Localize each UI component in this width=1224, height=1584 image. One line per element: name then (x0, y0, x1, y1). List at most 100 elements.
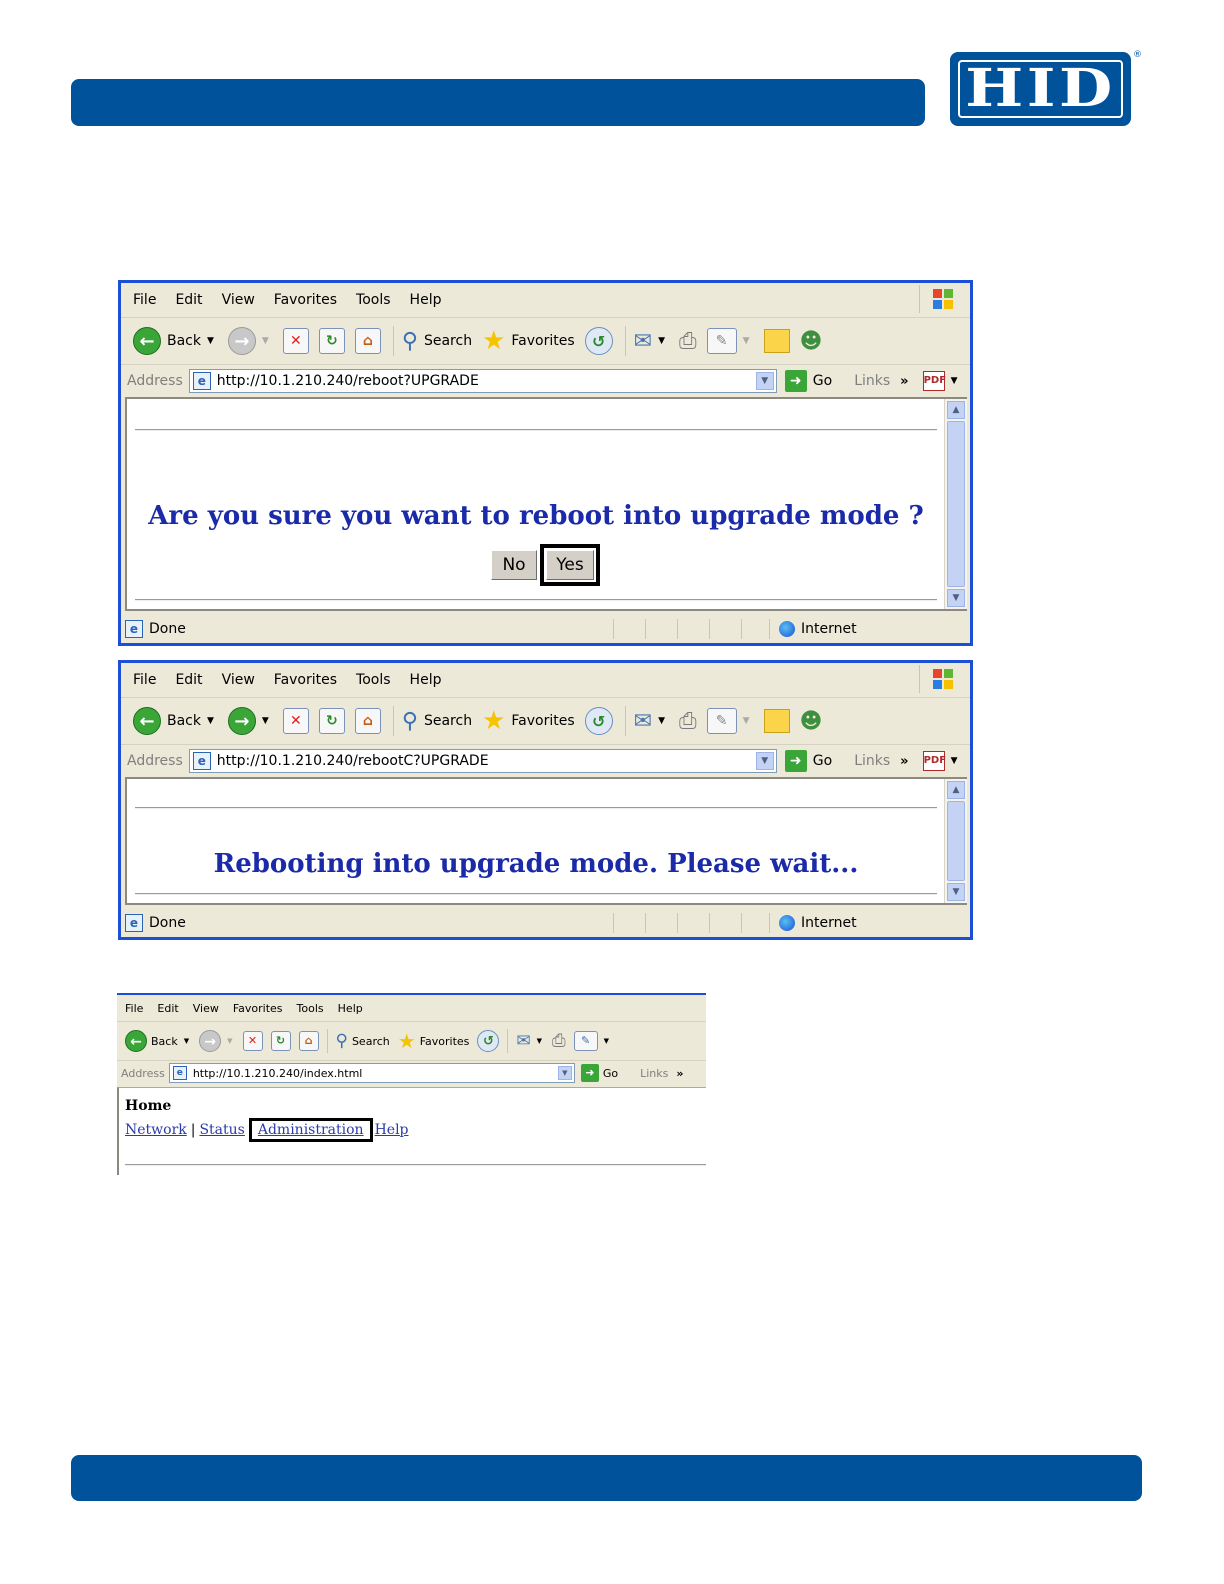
chevron-down-icon[interactable]: ▼ (184, 1037, 189, 1045)
chevron-right-icon[interactable]: » (900, 374, 908, 389)
chevron-down-icon[interactable]: ▼ (262, 336, 269, 346)
vertical-scrollbar[interactable]: ▲ ▼ (944, 399, 967, 609)
history-button[interactable]: ↺ (477, 1030, 500, 1052)
menu-file[interactable]: File (133, 292, 156, 308)
home-button[interactable]: ⌂ (298, 1031, 319, 1051)
no-button[interactable]: No (491, 550, 537, 580)
history-button[interactable]: ↺ (584, 707, 613, 735)
search-button[interactable]: ⚲ Search (402, 329, 472, 354)
pdf-icon[interactable]: PDF (922, 371, 946, 391)
chevron-down-icon[interactable]: ▼ (227, 1037, 232, 1045)
go-button[interactable]: ➜ Go (784, 750, 832, 772)
home-button[interactable]: ⌂ (354, 708, 381, 734)
chevron-down-icon[interactable]: ▼ (658, 336, 665, 346)
chevron-down-icon[interactable]: ▼ (951, 756, 958, 766)
menu-favorites[interactable]: Favorites (233, 1002, 283, 1015)
menu-edit[interactable]: Edit (175, 672, 202, 688)
back-button[interactable]: ← Back ▼ (133, 707, 218, 735)
scroll-down-icon[interactable]: ▼ (947, 883, 965, 901)
links-label[interactable]: Links (854, 753, 890, 769)
chevron-down-icon[interactable]: ▼ (604, 1037, 609, 1045)
history-button[interactable]: ↺ (584, 327, 613, 355)
stop-button[interactable]: ✕ (282, 328, 309, 354)
favorites-button[interactable]: ★ Favorites (398, 1029, 470, 1053)
search-button[interactable]: ⚲ Search (402, 709, 472, 734)
chevron-right-icon[interactable]: » (676, 1067, 683, 1080)
scroll-thumb[interactable] (947, 801, 965, 881)
go-button[interactable]: ➜ Go (580, 1064, 618, 1082)
print-button[interactable]: ⎙ (552, 1031, 566, 1051)
stop-button[interactable]: ✕ (282, 708, 309, 734)
edit-button[interactable]: ✎ ▼ (706, 328, 754, 354)
status-link[interactable]: Status (199, 1122, 244, 1138)
yes-button[interactable]: Yes (546, 550, 594, 580)
go-button[interactable]: ➜ Go (784, 370, 832, 392)
forward-button[interactable]: → ▼ (199, 1030, 236, 1052)
menu-file[interactable]: File (125, 1002, 143, 1015)
menu-favorites[interactable]: Favorites (274, 292, 337, 308)
refresh-button[interactable]: ↻ (270, 1031, 291, 1051)
edit-button[interactable]: ✎ ▼ (573, 1031, 613, 1051)
chevron-down-icon[interactable]: ▼ (743, 716, 750, 726)
chevron-right-icon[interactable]: » (900, 754, 908, 769)
menu-file[interactable]: File (133, 672, 156, 688)
messenger-button[interactable]: ☻ (800, 709, 823, 734)
scroll-up-icon[interactable]: ▲ (947, 401, 965, 419)
menu-edit[interactable]: Edit (175, 292, 202, 308)
chevron-down-icon[interactable]: ▼ (755, 752, 774, 770)
chevron-down-icon[interactable]: ▼ (658, 716, 665, 726)
network-link[interactable]: Network (125, 1122, 187, 1138)
chevron-down-icon[interactable]: ▼ (755, 372, 774, 390)
menu-tools[interactable]: Tools (356, 672, 391, 688)
menu-view[interactable]: View (222, 292, 255, 308)
address-input[interactable]: e http://10.1.210.240/index.html ▼ (168, 1063, 575, 1083)
chevron-down-icon[interactable]: ▼ (262, 716, 269, 726)
menu-view[interactable]: View (222, 672, 255, 688)
search-button[interactable]: ⚲ Search (336, 1031, 390, 1051)
chevron-down-icon[interactable]: ▼ (537, 1037, 542, 1045)
chevron-down-icon[interactable]: ▼ (207, 716, 214, 726)
menu-help[interactable]: Help (338, 1002, 363, 1015)
messenger-button[interactable]: ☻ (800, 329, 823, 354)
refresh-button[interactable]: ↻ (318, 708, 345, 734)
forward-button[interactable]: → ▼ (227, 327, 273, 355)
discuss-button[interactable] (763, 329, 790, 353)
refresh-button[interactable]: ↻ (318, 328, 345, 354)
pdf-icon[interactable]: PDF (922, 751, 946, 771)
back-button[interactable]: ← Back ▼ (125, 1030, 193, 1052)
menu-help[interactable]: Help (410, 672, 442, 688)
address-input[interactable]: e http://10.1.210.240/reboot?UPGRADE ▼ (188, 369, 777, 393)
links-label[interactable]: Links (854, 373, 890, 389)
stop-button[interactable]: ✕ (242, 1031, 263, 1051)
favorites-button[interactable]: ★ Favorites (482, 326, 575, 356)
mail-button[interactable]: ✉ ▼ (634, 329, 669, 354)
scroll-thumb[interactable] (947, 421, 965, 587)
menu-tools[interactable]: Tools (356, 292, 391, 308)
print-button[interactable]: ⎙ (679, 329, 697, 354)
chevron-down-icon[interactable]: ▼ (951, 376, 958, 386)
home-button[interactable]: ⌂ (354, 328, 381, 354)
back-button[interactable]: ← Back ▼ (133, 327, 218, 355)
address-input[interactable]: e http://10.1.210.240/rebootC?UPGRADE ▼ (188, 749, 777, 773)
menu-tools[interactable]: Tools (297, 1002, 324, 1015)
help-link[interactable]: Help (375, 1122, 409, 1138)
mail-button[interactable]: ✉ ▼ (634, 709, 669, 734)
scroll-down-icon[interactable]: ▼ (947, 589, 965, 607)
chevron-down-icon[interactable]: ▼ (207, 336, 214, 346)
chevron-down-icon[interactable]: ▼ (743, 336, 750, 346)
menu-help[interactable]: Help (410, 292, 442, 308)
menu-favorites[interactable]: Favorites (274, 672, 337, 688)
vertical-scrollbar[interactable]: ▲ ▼ (944, 779, 967, 903)
mail-button[interactable]: ✉ ▼ (516, 1031, 546, 1051)
links-label[interactable]: Links (640, 1067, 668, 1080)
scroll-up-icon[interactable]: ▲ (947, 781, 965, 799)
discuss-button[interactable] (763, 709, 790, 733)
favorites-button[interactable]: ★ Favorites (482, 706, 575, 736)
administration-link[interactable]: Administration (258, 1122, 364, 1138)
menu-edit[interactable]: Edit (157, 1002, 178, 1015)
menu-view[interactable]: View (193, 1002, 219, 1015)
print-button[interactable]: ⎙ (679, 709, 697, 734)
chevron-down-icon[interactable]: ▼ (557, 1066, 572, 1080)
edit-button[interactable]: ✎ ▼ (706, 708, 754, 734)
forward-button[interactable]: → ▼ (227, 707, 273, 735)
